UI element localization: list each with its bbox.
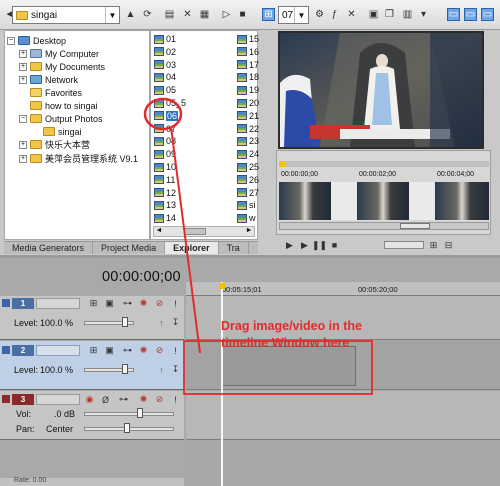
annotation-line-1: Drag image/video in the (221, 319, 363, 333)
annotation-overlay (143, 97, 373, 395)
annotation-text: Drag image/video in the timeline Window … (221, 318, 381, 352)
highlight-circle (143, 97, 183, 131)
annotation-line-2: timeline Window here (221, 336, 350, 350)
drag-arrow-line (170, 126, 201, 354)
